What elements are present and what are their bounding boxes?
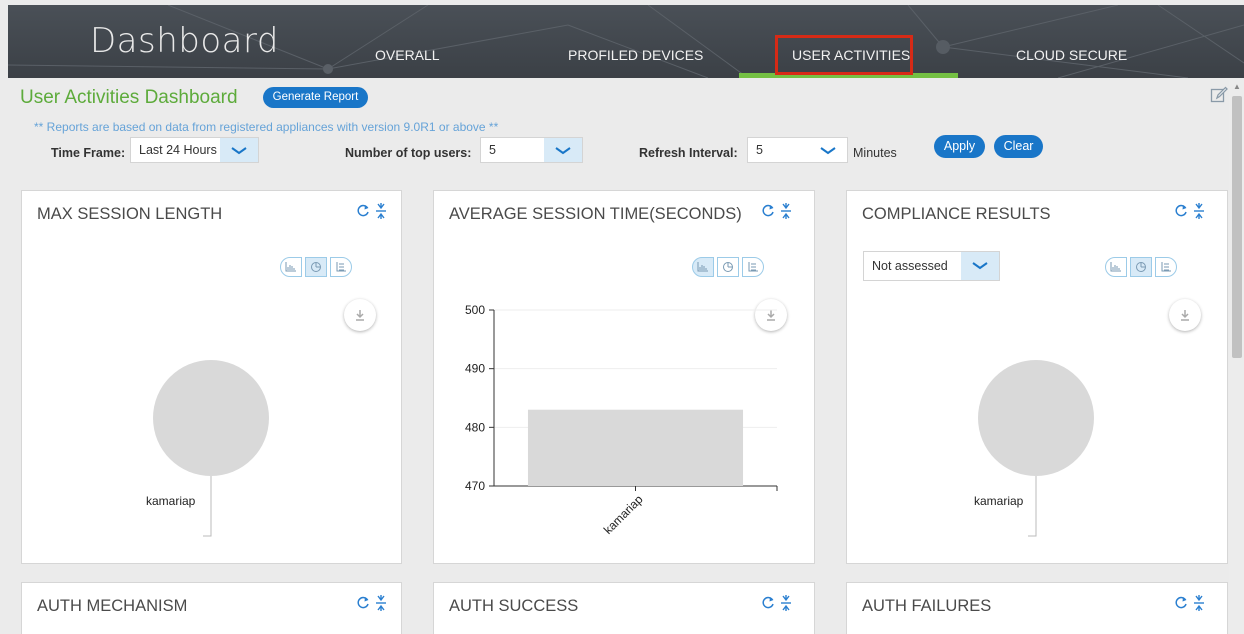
panel-compliance-results: COMPLIANCE RESULTS Not assessed kamariap <box>846 190 1228 564</box>
chevron-down-icon <box>544 138 582 162</box>
collapse-icon[interactable] <box>1194 595 1204 611</box>
tab-highlight-box <box>775 35 913 75</box>
apply-button[interactable]: Apply <box>934 135 985 158</box>
top-header: Dashboard OVERALL PROFILED DEVICES USER … <box>8 5 1244 78</box>
version-note: ** Reports are based on data from regist… <box>34 120 499 134</box>
clear-button[interactable]: Clear <box>994 135 1043 158</box>
pie-slice-label: kamariap <box>974 494 1024 508</box>
panel-tools <box>1173 594 1215 617</box>
time-frame-select[interactable]: Last 24 Hours <box>130 137 259 163</box>
tab-profiled-devices[interactable]: PROFILED DEVICES <box>568 47 703 63</box>
panel-title: AUTH FAILURES <box>862 597 992 615</box>
scroll-up-arrow-icon[interactable]: ▲ <box>1233 82 1241 91</box>
pie-label-leader <box>1028 476 1037 537</box>
tab-cloud-secure[interactable]: CLOUD SECURE <box>1016 47 1127 63</box>
refresh-icon[interactable] <box>1175 596 1187 609</box>
pie-slice[interactable] <box>153 360 269 476</box>
panel-title: AUTH MECHANISM <box>37 597 188 615</box>
chevron-down-icon <box>809 138 847 162</box>
panel-auth-success: AUTH SUCCESS <box>433 582 815 634</box>
pie-slice-label: kamariap <box>146 494 196 508</box>
panel-auth-mechanism: AUTH MECHANISM <box>21 582 402 634</box>
refresh-interval-select[interactable]: 5 <box>747 137 848 163</box>
collapse-icon[interactable] <box>781 595 791 611</box>
minutes-label: Minutes <box>853 146 897 160</box>
panel-tools <box>355 594 397 617</box>
generate-report-button[interactable]: Generate Report <box>263 87 368 108</box>
tab-overall[interactable]: OVERALL <box>375 47 440 63</box>
app-title: Dashboard <box>90 21 279 61</box>
edit-icon[interactable] <box>1210 86 1228 109</box>
pie-chart <box>978 360 1094 537</box>
panel-auth-failures: AUTH FAILURES <box>846 582 1228 634</box>
top-users-value: 5 <box>489 143 496 157</box>
page-title: User Activities Dashboard <box>20 87 238 108</box>
refresh-icon[interactable] <box>357 596 369 609</box>
refresh-interval-value: 5 <box>756 143 763 157</box>
y-tick-label: 490 <box>465 362 485 376</box>
panel-tools <box>760 594 802 617</box>
panel-average-session-time: AVERAGE SESSION TIME(SECONDS) 470 480 490 5… <box>433 190 815 564</box>
bar-chart: 470 480 490 500 kamariap <box>465 303 778 537</box>
pie-chart <box>153 360 269 537</box>
pie-label-leader <box>203 476 212 537</box>
refresh-icon[interactable] <box>762 596 774 609</box>
top-users-label: Number of top users: <box>345 146 472 160</box>
y-tick-label: 480 <box>465 420 485 434</box>
panel-max-session-length: MAX SESSION LENGTH kamariap <box>21 190 402 564</box>
scrollbar-thumb[interactable] <box>1232 96 1242 358</box>
time-frame-label: Time Frame: <box>51 146 126 160</box>
pie-slice[interactable] <box>978 360 1094 476</box>
top-users-select[interactable]: 5 <box>480 137 583 163</box>
collapse-icon[interactable] <box>376 595 386 611</box>
x-tick-label: kamariap <box>601 492 646 537</box>
y-tick-label: 500 <box>465 303 485 317</box>
y-tick-label: 470 <box>465 479 485 493</box>
bar[interactable] <box>527 409 744 486</box>
time-frame-value: Last 24 Hours <box>139 143 217 157</box>
refresh-interval-label: Refresh Interval: <box>639 146 738 160</box>
chevron-down-icon <box>220 138 258 162</box>
panel-title: AUTH SUCCESS <box>449 597 579 615</box>
